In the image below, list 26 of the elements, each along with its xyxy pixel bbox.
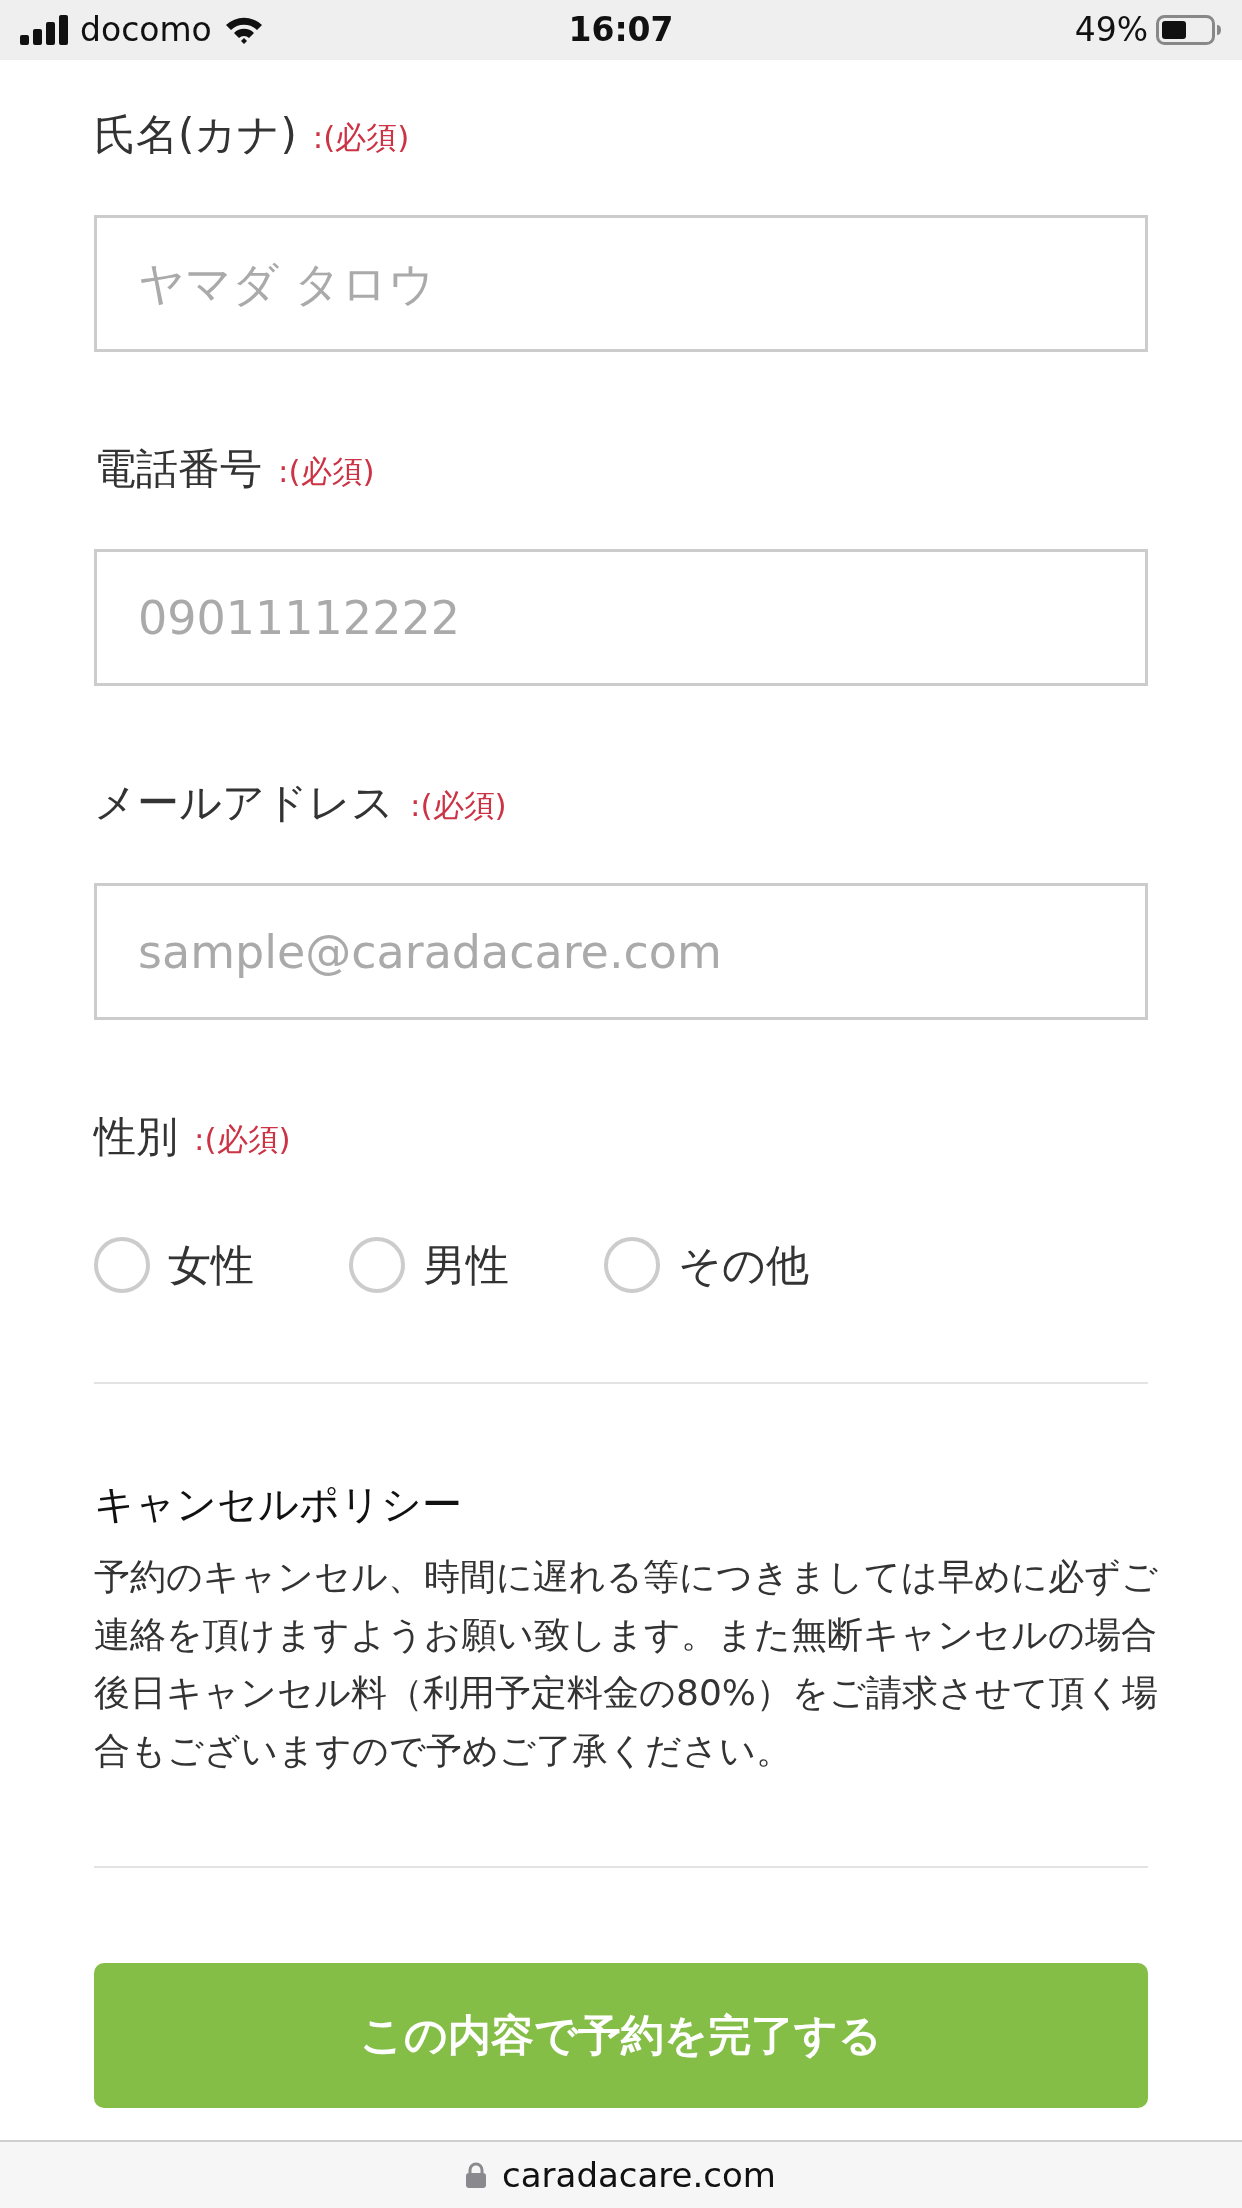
- carrier-name: docomo: [80, 10, 212, 50]
- text-input[interactable]: sample@caradacare.com: [94, 883, 1148, 1020]
- radio-button[interactable]: [604, 1237, 660, 1293]
- section-title: キャンセルポリシー: [94, 1480, 463, 1529]
- field-label: 性別: [94, 1112, 178, 1162]
- signal-bars-icon: [20, 15, 68, 45]
- policy-text: 予約のキャンセル、時間に遅れる等につきましては早めに必ずご連絡を頂けますようお願い致します。また無断キャンセルの場合後日キャンセル料（利用予定料金の80%）をご請求させて頂く場合もございますので予めご了承ください。: [94, 1555, 1159, 1773]
- text-input[interactable]: 09011112222: [94, 549, 1148, 686]
- field-label: 電話番号: [94, 444, 262, 494]
- battery-percent: 49%: [1074, 10, 1148, 50]
- radio-button[interactable]: [94, 1237, 150, 1293]
- required-note: :(必須): [278, 452, 375, 491]
- required-note: :(必須): [194, 1120, 291, 1159]
- lock-icon: [466, 2162, 487, 2188]
- required-note: :(必須): [312, 118, 410, 157]
- url-text: caradacare.com: [502, 2155, 776, 2195]
- radio-label[interactable]: 女性: [168, 1238, 254, 1292]
- text-input[interactable]: ヤマダ タロウ: [94, 215, 1148, 352]
- battery-icon: [1156, 15, 1222, 45]
- field-label: 氏名(カナ): [94, 110, 297, 160]
- field-label: メールアドレス: [94, 778, 394, 828]
- required-note: :(必須): [410, 786, 507, 825]
- radio-label[interactable]: その他: [678, 1238, 809, 1292]
- status-time: 16:07: [568, 10, 674, 50]
- radio-button[interactable]: [349, 1237, 405, 1293]
- radio-label[interactable]: 男性: [423, 1238, 509, 1292]
